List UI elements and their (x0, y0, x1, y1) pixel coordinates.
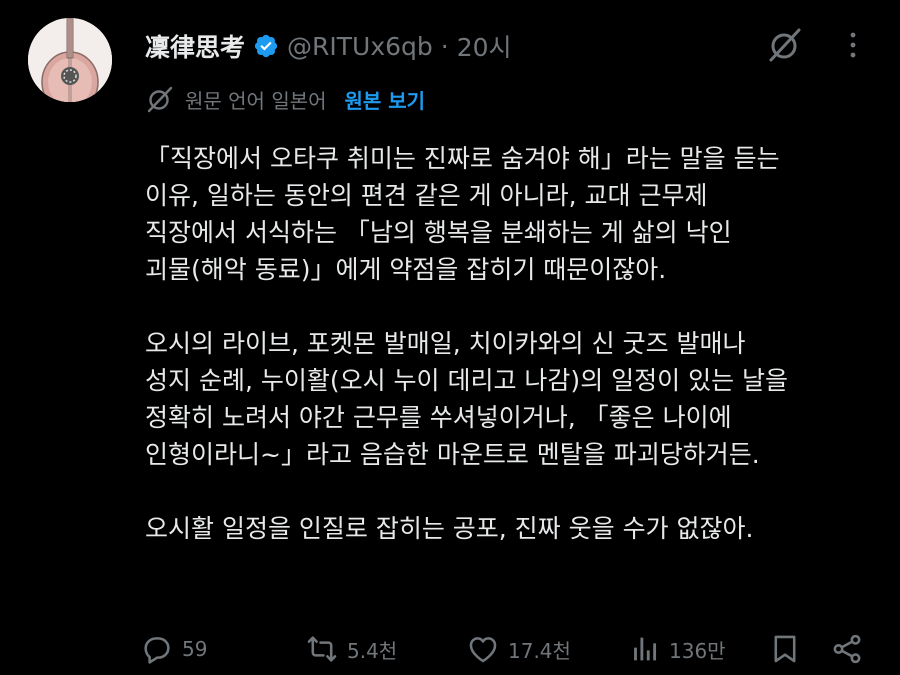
post-time[interactable]: 20시 (457, 28, 512, 64)
repost-button[interactable]: 5.4천 (305, 628, 397, 670)
reply-icon (144, 637, 170, 664)
post-text: 「직장에서 오타쿠 취미는 진짜로 숨겨야 해」라는 말을 듣는 이유, 일하는… (145, 140, 875, 584)
verified-badge-icon (254, 34, 278, 58)
post-paragraph: 「직장에서 오타쿠 취미는 진짜로 숨겨야 해」라는 말을 듣는 이유, 일하는… (145, 144, 780, 284)
avatar-lute-image (28, 18, 112, 102)
reply-count: 59 (182, 637, 208, 661)
translation-bar: 원문 언어 일본어 원본 보기 (145, 84, 425, 114)
views-button[interactable]: 136만 (627, 628, 726, 670)
separator-dot: · (440, 31, 449, 61)
post-paragraph: 오시활 일정을 인질로 잡히는 공포, 진짜 웃을 수가 없잖아. (145, 514, 754, 543)
share-button[interactable] (830, 628, 872, 670)
share-icon (833, 634, 861, 664)
translation-note: 원문 언어 일본어 (185, 88, 327, 113)
post-paragraph: 오시의 라이브, 포켓몬 발매일, 치이카와의 신 굿즈 발매나 성지 순례, … (145, 329, 789, 469)
like-icon (469, 637, 497, 663)
post-header: 凜律思考 @RITUx6qb · 20시 (145, 26, 512, 66)
author-name[interactable]: 凜律思考 (145, 28, 245, 64)
views-icon (634, 637, 657, 661)
like-count: 17.4천 (508, 638, 571, 663)
grok-icon[interactable] (766, 26, 804, 64)
action-bar: 59 5.4천 17.4천 136만 (140, 628, 880, 670)
repost-icon (307, 636, 337, 662)
avatar[interactable] (28, 18, 112, 102)
author-handle[interactable]: @RITUx6qb (287, 32, 433, 61)
reply-button[interactable]: 59 (140, 628, 207, 670)
show-original-link[interactable]: 원본 보기 (345, 85, 426, 114)
translate-icon (147, 86, 173, 113)
bookmark-button[interactable] (768, 628, 810, 670)
bookmark-icon (774, 635, 796, 663)
views-count: 136만 (669, 638, 726, 663)
repost-count: 5.4천 (347, 638, 398, 663)
like-button[interactable]: 17.4천 (466, 628, 571, 670)
more-icon[interactable] (838, 28, 868, 62)
